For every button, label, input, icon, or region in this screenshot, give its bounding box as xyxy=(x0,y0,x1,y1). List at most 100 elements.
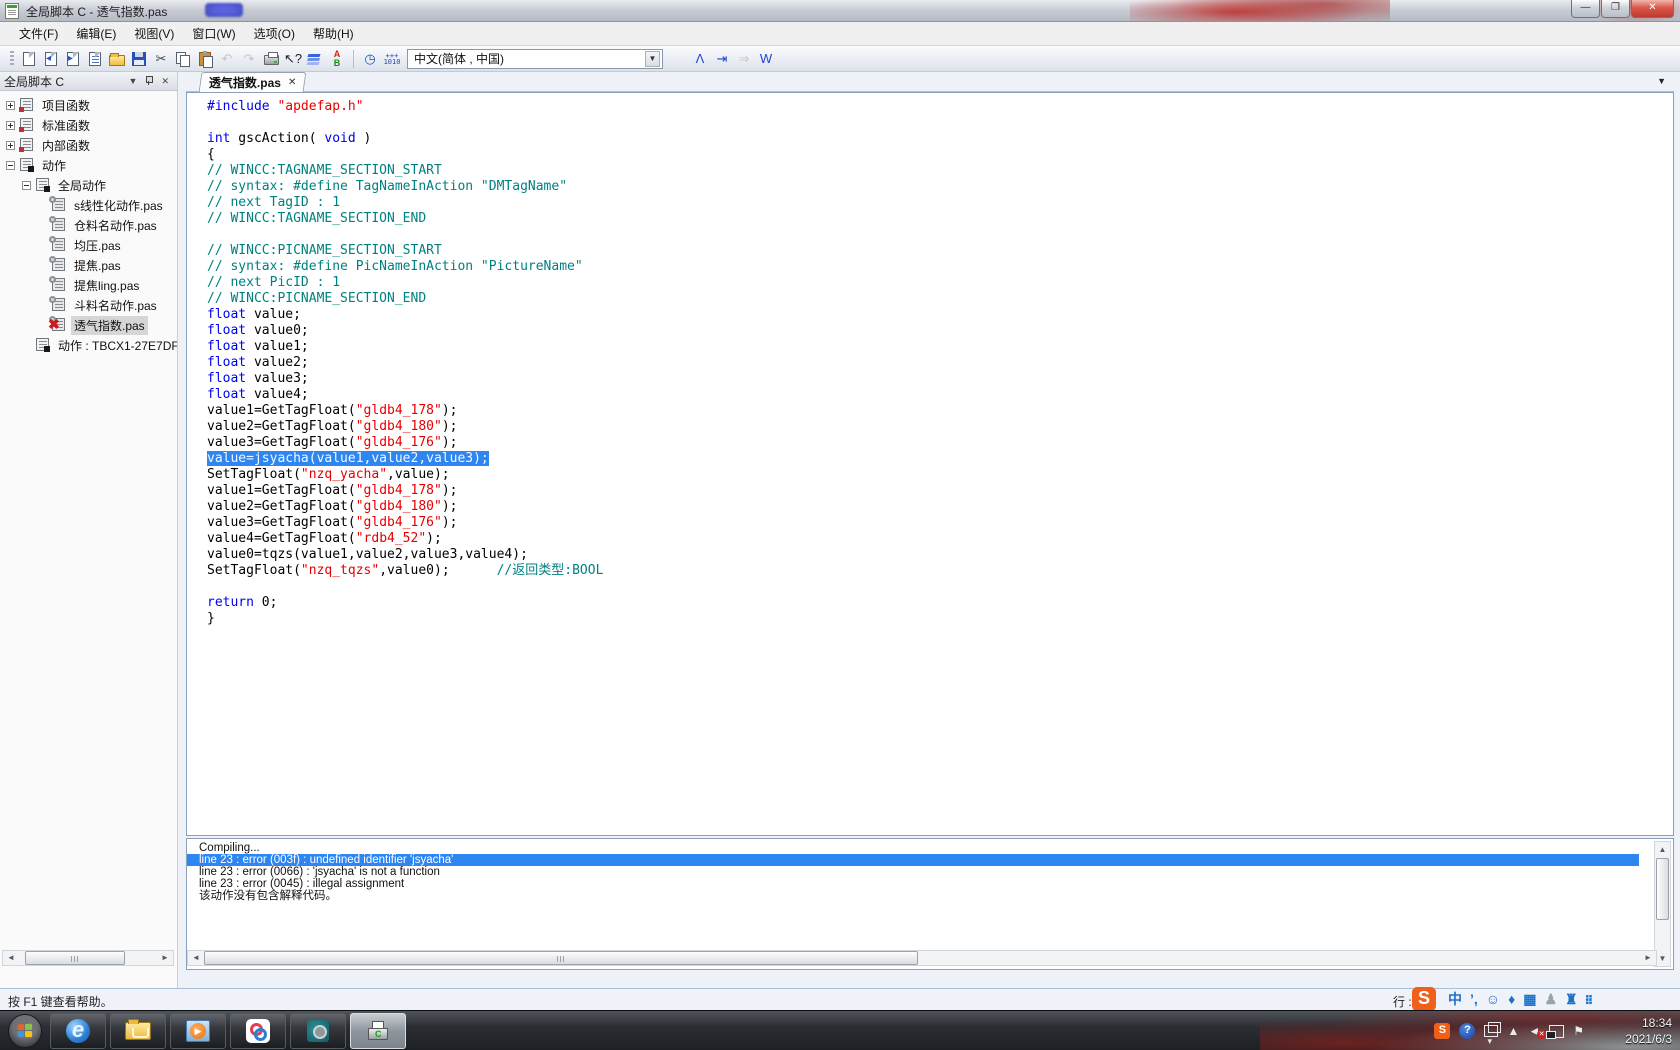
output-line[interactable]: line 23 : error (0066) : 'jsyacha' is no… xyxy=(199,866,1673,878)
toolbox-grid-icon[interactable]: ᎒᎒ xyxy=(1586,992,1593,1006)
document-lines-icon[interactable] xyxy=(84,49,106,69)
import-file-icon[interactable]: ⇥ xyxy=(711,49,733,69)
ab-toggle-icon[interactable]: AB xyxy=(326,49,348,69)
menu-item[interactable]: 选项(O) xyxy=(245,22,304,45)
tree-item[interactable]: ✖透气指数.pas xyxy=(0,315,177,335)
code-line: value0=tqzs(value1,value2,value3,value4)… xyxy=(207,547,1673,563)
menu-item[interactable]: 文件(F) xyxy=(10,22,67,45)
scroll-left-icon[interactable]: ◄ xyxy=(3,951,19,965)
menu-item[interactable]: 编辑(E) xyxy=(67,22,125,45)
scrollbar-thumb[interactable] xyxy=(25,951,125,965)
taskbar-app-ie[interactable]: e xyxy=(50,1013,106,1049)
tree-horizontal-scrollbar[interactable]: ◄ ► xyxy=(2,950,174,966)
scrollbar-thumb[interactable] xyxy=(204,951,918,965)
taskbar-app-global-script[interactable]: C xyxy=(350,1013,406,1049)
tree-item[interactable]: 项目函数 xyxy=(0,95,177,115)
timer-icon[interactable]: ◷ xyxy=(359,49,381,69)
scrollbar-thumb[interactable] xyxy=(1656,858,1669,920)
cut-icon[interactable]: ✂ xyxy=(150,49,172,69)
compile-icon[interactable] xyxy=(304,49,326,69)
output-vertical-scrollbar[interactable]: ▲ ▼ xyxy=(1654,841,1671,967)
open-action-icon[interactable] xyxy=(40,49,62,69)
emoji-icon[interactable]: ☺ xyxy=(1486,992,1500,1006)
menu-item[interactable]: 帮助(H) xyxy=(304,22,363,45)
restore-button[interactable]: ❐ xyxy=(1601,0,1630,18)
scroll-down-icon[interactable]: ▼ xyxy=(1655,951,1670,966)
tree-item-label: 斗料名动作.pas xyxy=(71,296,160,315)
tree-item[interactable]: 仓料名动作.pas xyxy=(0,215,177,235)
print-icon[interactable] xyxy=(260,49,282,69)
minimize-button[interactable]: — xyxy=(1571,0,1600,18)
voice-input-icon[interactable]: ♦ xyxy=(1508,992,1515,1006)
tree-item[interactable]: 标准函数 xyxy=(0,115,177,135)
panel-dropdown-icon[interactable]: ▼ xyxy=(125,76,142,86)
sogou-logo-icon[interactable]: S xyxy=(1412,987,1436,1011)
output-line[interactable]: line 23 : error (003f) : undefined ident… xyxy=(187,854,1639,866)
menu-item[interactable]: 视图(V) xyxy=(125,22,183,45)
scroll-up-icon[interactable]: ▲ xyxy=(1655,842,1670,857)
menu-item[interactable]: 窗口(W) xyxy=(183,22,244,45)
tray-clock[interactable]: 18:34 2021/6/3 xyxy=(1625,1015,1672,1047)
editor-horizontal-scrollbar[interactable]: ◄ ► xyxy=(187,950,1657,966)
panel-pin-icon[interactable] xyxy=(141,75,157,87)
scroll-left-icon[interactable]: ◄ xyxy=(188,951,204,965)
scroll-right-icon[interactable]: ► xyxy=(1640,951,1656,965)
counter-icon[interactable]: +++1010 xyxy=(381,49,403,69)
tree-item[interactable]: 均压.pas xyxy=(0,235,177,255)
compass-icon[interactable]: Λ xyxy=(689,49,711,69)
panel-close-icon[interactable]: ✕ xyxy=(157,76,173,87)
tree-item[interactable]: 内部函数 xyxy=(0,135,177,155)
tree-item[interactable]: 动作 : TBCX1-27E7DF xyxy=(0,335,177,355)
tab-list-dropdown-icon[interactable]: ▼ xyxy=(1657,76,1666,86)
tray-network-icon[interactable] xyxy=(1549,1025,1564,1038)
tree-item[interactable]: 全局动作 xyxy=(0,175,177,195)
open-icon[interactable] xyxy=(106,49,128,69)
import-action-icon[interactable] xyxy=(62,49,84,69)
code-editor[interactable]: #include "apdefap.h" int gscAction( void… xyxy=(186,92,1674,836)
tray-show-hidden-icon[interactable]: ▲ xyxy=(1507,1025,1519,1037)
tray-help-icon[interactable]: ? xyxy=(1459,1023,1475,1039)
soft-keyboard-icon[interactable]: ▦ xyxy=(1523,992,1536,1006)
copy-icon[interactable] xyxy=(172,49,194,69)
undo-icon: ↶ xyxy=(222,52,233,65)
tree-expander-icon[interactable] xyxy=(6,161,15,170)
tray-sogou-icon[interactable]: S xyxy=(1434,1023,1450,1039)
new-file-icon[interactable] xyxy=(18,49,40,69)
tree-item[interactable]: 提焦.pas xyxy=(0,255,177,275)
output-line[interactable]: Compiling... xyxy=(199,842,1673,854)
taskbar-app-media-player[interactable]: ▶ xyxy=(170,1013,226,1049)
language-combo[interactable]: 中文(简体 , 中国)▼ xyxy=(407,49,663,69)
taskbar-app-netdisk[interactable] xyxy=(230,1013,286,1049)
chevron-down-icon[interactable]: ▼ xyxy=(645,51,660,67)
tab-close-icon[interactable]: ✕ xyxy=(288,77,296,88)
tray-volume-muted-icon[interactable]: ◄✕ xyxy=(1528,1025,1540,1037)
toolbox-icon[interactable] xyxy=(667,49,689,69)
tree-item[interactable]: 提焦ling.pas xyxy=(0,275,177,295)
scroll-right-icon[interactable]: ► xyxy=(157,951,173,965)
tree-item[interactable]: 动作 xyxy=(0,155,177,175)
tree-expander-icon[interactable] xyxy=(6,121,15,130)
tree-item[interactable]: s线性化动作.pas xyxy=(0,195,177,215)
wizard-icon[interactable]: W xyxy=(755,49,777,69)
tree-item-label: s线性化动作.pas xyxy=(71,196,166,215)
account-icon[interactable]: ♟ xyxy=(1544,992,1557,1006)
tree-expander-icon[interactable] xyxy=(6,141,15,150)
start-button[interactable] xyxy=(8,1014,42,1048)
output-line[interactable]: 该动作没有包含解释代码。 xyxy=(199,890,1673,902)
output-line[interactable]: line 23 : error (0045) : illegal assignm… xyxy=(199,878,1673,890)
tree-expander-icon[interactable] xyxy=(22,181,31,190)
tray-flag-icon[interactable]: ⚑ xyxy=(1573,1025,1584,1037)
skin-icon[interactable]: ♜ xyxy=(1565,992,1578,1006)
save-icon[interactable] xyxy=(128,49,150,69)
punctuation-icon[interactable]: ’, xyxy=(1470,992,1478,1006)
help-pointer-icon[interactable]: ↖? xyxy=(282,49,304,69)
tree-expander-icon[interactable] xyxy=(6,101,15,110)
tray-restore-icon[interactable] xyxy=(1484,1025,1498,1037)
tab-tqzs-pas[interactable]: 透气指数.pas ✕ xyxy=(199,72,307,92)
close-button[interactable]: ✕ xyxy=(1631,0,1674,18)
taskbar-app-explorer[interactable] xyxy=(110,1013,166,1049)
paste-icon[interactable] xyxy=(194,49,216,69)
chinese-mode-icon[interactable]: 中 xyxy=(1448,992,1462,1006)
taskbar-app-wincc[interactable] xyxy=(290,1013,346,1049)
tree-item[interactable]: 斗料名动作.pas xyxy=(0,295,177,315)
